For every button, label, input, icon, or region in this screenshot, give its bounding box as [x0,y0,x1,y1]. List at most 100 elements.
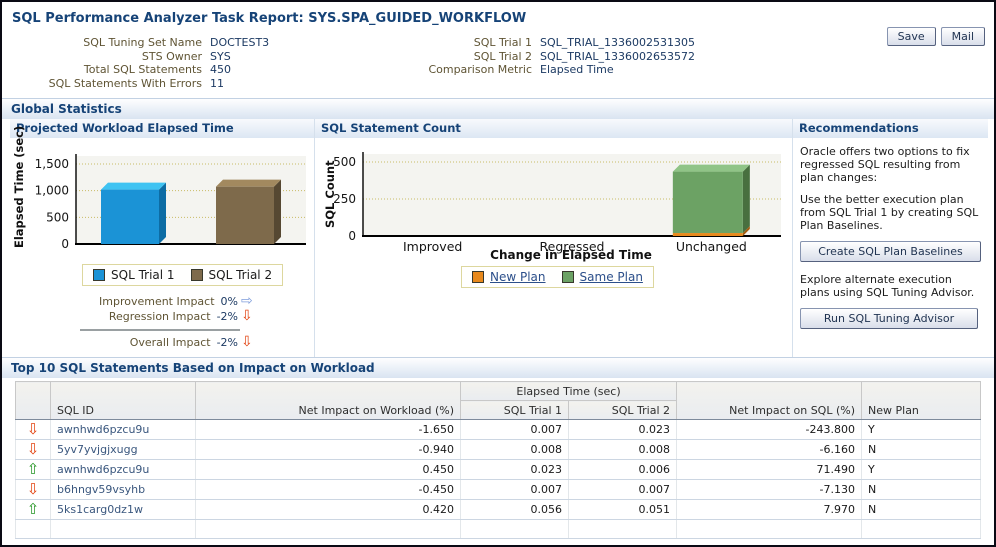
improvement-arrow-icon: ⇧ [26,500,40,518]
mail-button[interactable]: Mail [940,27,985,46]
top10-sql-statements-table: SQL ID Net Impact on Workload (%) Elapse… [15,381,982,539]
sql-id-link[interactable]: awnhwd6pzcu9u [57,463,149,476]
sql-id-link[interactable]: awnhwd6pzcu9u [57,423,149,436]
sql-id-cell: b6hngv59vsyhb [50,479,196,500]
trial1-elapsed-cell: 0.023 [460,459,569,480]
save-button[interactable]: Save [886,27,936,46]
regression-arrow-icon: ⇩ [26,480,40,498]
same-plan-link[interactable]: Same Plan [580,270,643,284]
empty-cell [460,519,569,539]
new-plan-swatch-icon [472,271,484,283]
trial2-elapsed-cell: 0.006 [567,459,678,480]
regression-impact-value: -2% [216,310,238,323]
y-tick-label: 0 [348,229,356,243]
net-impact-workload-cell: -0.940 [195,439,461,460]
net-impact-sql-column-header: Net Impact on SQL (%) [676,381,863,420]
net-impact-workload-column-header: Net Impact on Workload (%) [195,381,461,420]
impact-divider [80,329,240,331]
sql-id-link[interactable]: b6hngv59vsyhb [57,483,145,496]
recommendations-intro-text: Oracle offers two options to fix regress… [800,145,970,184]
y-tick-label: 1,000 [35,184,69,198]
y-tick-label: 0 [61,237,69,251]
new-plan-link[interactable]: New Plan [490,270,546,284]
change-in-elapsed-time-x-axis-label: Change in Elapsed Time [490,248,652,262]
window-action-buttons: Save Mail [886,27,985,46]
impact-direction-cell: ⇩ [15,439,51,460]
recommendations-panel: Recommendations Oracle offers two option… [793,119,988,357]
sql-id-cell: 5ks1carg0dz1w [50,499,196,520]
same-plan-swatch-icon [561,271,574,283]
total-sql-statements-label: Total SQL Statements [83,63,202,76]
net-impact-workload-cell: -0.450 [195,479,461,500]
sql-id-link[interactable]: 5yv7yvjgjxugg [57,443,138,456]
y-tick-label: 1,500 [35,157,69,171]
table-row: ⇧ 5ks1carg0dz1w 0.420 0.056 0.051 7.970 N [15,499,982,520]
sql-id-link[interactable]: 5ks1carg0dz1w [57,503,143,516]
table-row: ⇩ 5yv7yvjgjxugg -0.940 0.008 0.008 -6.160 N [15,439,982,460]
recommendations-title: Recommendations [793,119,988,138]
overall-impact-label: Overall Impact [129,336,211,349]
top10-section-header: Top 10 SQL Statements Based on Impact on… [2,357,994,378]
summary-left-column: SQL Tuning Set Name DOCTEST3 STS Owner SYS… [2,36,422,90]
empty-cell [50,519,196,539]
regression-arrow-icon: ⇩ [26,440,40,458]
global-statistics-section-header: Global Statistics [2,98,994,119]
new-plan-cell: N [861,479,982,500]
bar-top-face [216,179,281,187]
sql-tuning-set-name-label: SQL Tuning Set Name [83,36,202,49]
table-row: ⇩ b6hngv59vsyhb -0.450 0.007 0.007 -7.130 N [15,479,982,500]
run-sql-tuning-advisor-button[interactable]: Run SQL Tuning Advisor [800,308,978,329]
sts-owner-value: SYS [210,49,231,63]
sql-tuning-set-name-value: DOCTEST3 [210,36,270,49]
legend-item-sql-trial-1: SQL Trial 1 [93,268,175,282]
elapsed-time-chart-panel: Projected Workload Elapsed Time Elapsed … [10,119,315,357]
total-sql-statements-value: 450 [210,63,231,76]
sql-id-cell: awnhwd6pzcu9u [50,419,196,440]
trial-legend: SQL Trial 1 SQL Trial 2 [82,264,284,286]
sql-trial-1-column-header: SQL Trial 1 [460,400,569,420]
sql-trial-2-column-header: SQL Trial 2 [567,400,678,420]
create-sql-plan-baselines-button[interactable]: Create SQL Plan Baselines [800,241,981,262]
improvement-impact-value: 0% [220,295,238,308]
bar-unchanged [672,233,743,236]
net-impact-workload-cell: 0.420 [195,499,461,520]
trial1-elapsed-cell: 0.008 [460,439,569,460]
new-plan-cell: N [861,499,982,520]
sql-statements-with-errors-label: SQL Statements With Errors [48,76,202,90]
sql-trial-1-swatch-icon [93,269,105,281]
sql-id-column-header: SQL ID [50,381,196,420]
trial2-elapsed-cell: 0.007 [567,479,678,500]
elapsed-time-group-header: Elapsed Time (sec) [459,381,678,401]
impact-direction-cell: ⇩ [15,419,51,440]
empty-cell [567,519,678,539]
bar-side-face [274,179,281,244]
sql-statement-count-panel: SQL Statement Count SQL Count 0 250 500 Imp… [315,119,793,357]
comparison-metric-value: Elapsed Time [540,63,614,76]
projected-workload-elapsed-time-chart: 0 500 1,000 1,500 [35,154,306,251]
trial1-elapsed-cell: 0.007 [460,479,569,500]
bar-side-face [159,182,166,244]
down-arrow-icon: ⇩ [241,334,253,350]
new-plan-cell: N [861,439,982,460]
table-row-partial [15,519,982,539]
new-plan-cell: Y [861,419,982,440]
elapsed-time-chart-title: Projected Workload Elapsed Time [10,119,314,138]
net-impact-sql-cell: 71.490 [676,459,863,480]
impact-direction-cell: ⇧ [15,499,51,520]
overall-impact-value: -2% [216,336,238,349]
bar-top-face [672,164,750,172]
right-arrow-icon: ⇨ [241,293,253,309]
sql-id-cell: 5yv7yvjgjxugg [50,439,196,460]
report-summary: SQL Tuning Set Name DOCTEST3 STS Owner SYS… [2,36,994,90]
legend-item-same-plan: Same Plan [561,270,643,284]
empty-cell [676,519,863,539]
improvement-impact-label: Improvement Impact [99,295,215,308]
plan-baselines-text: Use the better execution plan from SQL T… [800,193,979,232]
down-arrow-icon: ⇩ [241,308,253,324]
net-impact-sql-cell: -6.160 [676,439,863,460]
bar-top-face [101,182,166,190]
trial1-elapsed-cell: 0.056 [460,499,569,520]
table-row: ⇩ awnhwd6pzcu9u -1.650 0.007 0.023 -243.800 Y [15,419,982,440]
impact-summary: Improvement Impact 0% ⇨ Regression Impact -… [46,294,256,350]
trial1-elapsed-cell: 0.007 [460,419,569,440]
